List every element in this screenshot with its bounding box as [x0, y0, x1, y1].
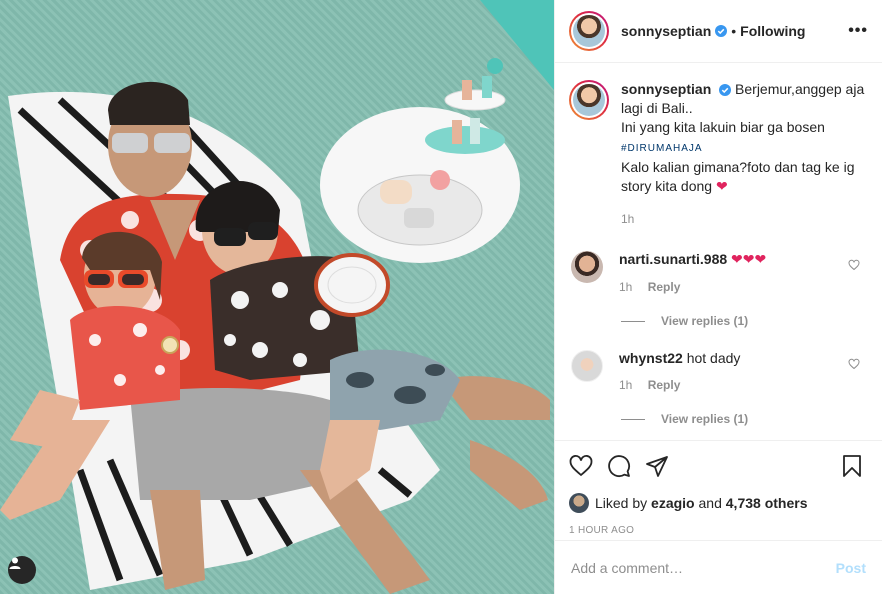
comment-text: hot dady	[686, 350, 741, 366]
commenter-username[interactable]: whynst22	[619, 350, 683, 366]
replies-divider	[621, 418, 645, 420]
comment-item: narti.sunarti.988 ❤❤❤ 1h Reply	[569, 251, 868, 294]
add-comment-bar: Add a comment… Post	[555, 540, 882, 594]
reply-button[interactable]: Reply	[648, 280, 681, 294]
author-username[interactable]: sonnyseptian	[621, 23, 711, 39]
liker-avatar	[569, 493, 589, 513]
verified-badge-icon	[715, 25, 728, 37]
commenter-username[interactable]: narti.sunarti.988	[619, 251, 727, 267]
author-avatar	[573, 15, 605, 47]
view-replies-label: View replies (1)	[661, 314, 749, 328]
bookmark-icon[interactable]	[840, 454, 864, 478]
liker-username[interactable]: ezagio	[651, 495, 695, 511]
likes-conjunction: and	[698, 495, 722, 511]
post-sidebar: sonnyseptian • Following ••• sonnyseptia…	[554, 0, 882, 594]
user-icon	[9, 557, 21, 569]
reply-button[interactable]: Reply	[648, 378, 681, 392]
post-caption: sonnyseptian Berjemur,anggep aja lagi di…	[569, 80, 868, 229]
caption-line-3: Kalo kalian gimana?foto dan tag ke ig st…	[621, 159, 855, 194]
more-options-button[interactable]: •••	[848, 22, 868, 40]
view-replies-button[interactable]: View replies (1)	[621, 412, 868, 426]
likes-prefix: Liked by	[595, 495, 648, 511]
verified-badge-icon	[719, 84, 732, 96]
comment-icon[interactable]	[607, 454, 631, 478]
heart-icon[interactable]	[848, 358, 860, 370]
commenter-avatar[interactable]	[571, 350, 603, 382]
caption-line-2: Ini yang kita lakuin biar ga bosen	[621, 119, 825, 135]
likes-summary[interactable]: Liked by ezagio and 4,738 others	[569, 493, 868, 513]
replies-divider	[621, 320, 645, 322]
share-icon[interactable]	[645, 454, 669, 478]
comment-time[interactable]: 1h	[619, 280, 632, 294]
heart-icon[interactable]	[848, 259, 860, 271]
caption-avatar-ring[interactable]	[569, 80, 609, 120]
post-header: sonnyseptian • Following •••	[555, 0, 882, 63]
photo-illustration	[0, 0, 554, 594]
comment-input[interactable]: Add a comment…	[571, 560, 683, 576]
comment-time[interactable]: 1h	[619, 378, 632, 392]
tagged-users-button[interactable]	[8, 556, 36, 584]
post-comment-button[interactable]: Post	[836, 560, 866, 576]
heart-icon[interactable]	[569, 454, 593, 478]
commenter-avatar[interactable]	[571, 251, 603, 283]
view-replies-label: View replies (1)	[661, 412, 749, 426]
likes-count[interactable]: 4,738 others	[726, 495, 808, 511]
comment-text: ❤❤❤	[731, 251, 767, 267]
comments-section[interactable]: sonnyseptian Berjemur,anggep aja lagi di…	[555, 64, 882, 440]
header-separator: •	[731, 23, 737, 39]
caption-username[interactable]: sonnyseptian	[621, 81, 711, 97]
comment-item: whynst22 hot dady 1h Reply	[569, 350, 868, 392]
caption-time[interactable]: 1h	[621, 210, 868, 229]
heart-emoji: ❤	[715, 178, 728, 194]
hashtag-link[interactable]: #DIRUMAHAJA	[621, 143, 703, 154]
post-photo[interactable]	[0, 0, 554, 594]
caption-avatar	[573, 84, 605, 116]
post-timestamp[interactable]: 1 HOUR AGO	[569, 525, 868, 536]
post-actions: Liked by ezagio and 4,738 others 1 HOUR …	[555, 440, 882, 536]
follow-status-button[interactable]: Following	[740, 23, 805, 39]
author-avatar-ring[interactable]	[569, 11, 609, 51]
view-replies-button[interactable]: View replies (1)	[621, 314, 868, 328]
